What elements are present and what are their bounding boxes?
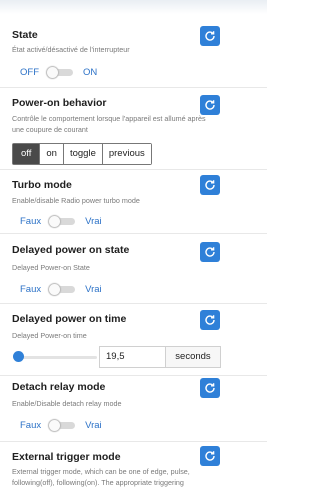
- section-power-on-behavior: Power-on behavior Contrôle le comporteme…: [0, 88, 267, 170]
- turbo-mode-refresh-button[interactable]: [200, 175, 220, 195]
- delayed-power-on-state-description: Delayed Power-on State: [12, 263, 90, 272]
- delayed-power-on-time-description: Delayed Power-on time: [12, 331, 87, 340]
- delayed-power-on-state-toggle[interactable]: Faux Vrai: [20, 281, 102, 297]
- turbo-mode-off-label: Faux: [20, 215, 42, 227]
- refresh-icon: [205, 451, 215, 461]
- state-toggle[interactable]: OFF ON: [20, 64, 97, 80]
- state-switch[interactable]: [47, 66, 73, 78]
- option-on[interactable]: on: [39, 144, 63, 164]
- detach-relay-mode-off-label: Faux: [20, 419, 42, 431]
- refresh-icon: [205, 247, 215, 257]
- refresh-icon: [205, 383, 215, 393]
- state-title: State: [12, 29, 38, 41]
- state-switch-knob: [47, 66, 58, 78]
- detach-relay-mode-switch[interactable]: [49, 419, 76, 431]
- delay-time-slider-thumb[interactable]: [13, 351, 24, 362]
- delayed-power-on-state-off-label: Faux: [20, 283, 42, 295]
- option-previous[interactable]: previous: [101, 144, 151, 164]
- state-description: État activé/désactivé de l'interrupteur: [12, 45, 130, 54]
- detach-relay-mode-switch-knob: [49, 419, 61, 431]
- state-refresh-button[interactable]: [200, 26, 220, 46]
- top-edge: [0, 0, 267, 14]
- delayed-power-on-state-switch-knob: [49, 283, 61, 295]
- power-on-behavior-title: Power-on behavior: [12, 97, 107, 109]
- detach-relay-mode-refresh-button[interactable]: [200, 378, 220, 398]
- detach-relay-mode-description: Enable/Disable detach relay mode: [12, 399, 122, 408]
- turbo-mode-switch[interactable]: [49, 215, 76, 227]
- delayed-power-on-time-title: Delayed power on time: [12, 313, 127, 325]
- detach-relay-mode-title: Detach relay mode: [12, 381, 106, 393]
- section-external-trigger-mode: External trigger mode External trigger m…: [0, 442, 267, 500]
- power-on-behavior-description: Contrôle le comportement lorsque l'appar…: [12, 114, 206, 134]
- delay-time-input[interactable]: 19,5: [99, 346, 165, 368]
- delayed-power-on-time-refresh-button[interactable]: [200, 310, 220, 330]
- delayed-power-on-state-title: Delayed power on state: [12, 244, 130, 256]
- detach-relay-mode-toggle[interactable]: Faux Vrai: [20, 417, 102, 433]
- delayed-power-on-state-refresh-button[interactable]: [200, 242, 220, 262]
- turbo-mode-toggle[interactable]: Faux Vrai: [20, 213, 102, 229]
- section-state: State État activé/désactivé de l'interru…: [0, 14, 267, 88]
- external-trigger-mode-refresh-button[interactable]: [200, 446, 220, 466]
- option-off[interactable]: off: [13, 144, 40, 164]
- delay-time-unit: seconds: [165, 346, 221, 368]
- detach-relay-mode-on-label: Vrai: [85, 419, 102, 431]
- state-off-label: OFF: [20, 66, 39, 78]
- option-toggle[interactable]: toggle: [62, 144, 102, 164]
- state-on-label: ON: [83, 66, 98, 78]
- turbo-mode-title: Turbo mode: [12, 179, 72, 191]
- turbo-mode-description: Enable/disable Radio power turbo mode: [12, 196, 140, 205]
- section-detach-relay-mode: Detach relay mode Enable/Disable detach …: [0, 376, 267, 442]
- delayed-power-on-state-switch[interactable]: [49, 283, 76, 295]
- refresh-icon: [205, 31, 215, 41]
- power-on-behavior-refresh-button[interactable]: [200, 95, 220, 115]
- turbo-mode-switch-knob: [49, 215, 61, 227]
- section-delayed-power-on-state: Delayed power on state Delayed Power-on …: [0, 234, 267, 304]
- refresh-icon: [205, 180, 215, 190]
- power-on-behavior-selector: off on toggle previous: [12, 143, 152, 165]
- refresh-icon: [205, 315, 215, 325]
- external-trigger-mode-description: External trigger mode, which can be one …: [12, 467, 190, 487]
- refresh-icon: [205, 100, 215, 110]
- delay-time-slider-track[interactable]: [17, 356, 97, 359]
- section-turbo-mode: Turbo mode Enable/disable Radio power tu…: [0, 170, 267, 234]
- external-trigger-mode-title: External trigger mode: [12, 451, 121, 463]
- turbo-mode-on-label: Vrai: [85, 215, 102, 227]
- delayed-power-on-state-on-label: Vrai: [85, 283, 102, 295]
